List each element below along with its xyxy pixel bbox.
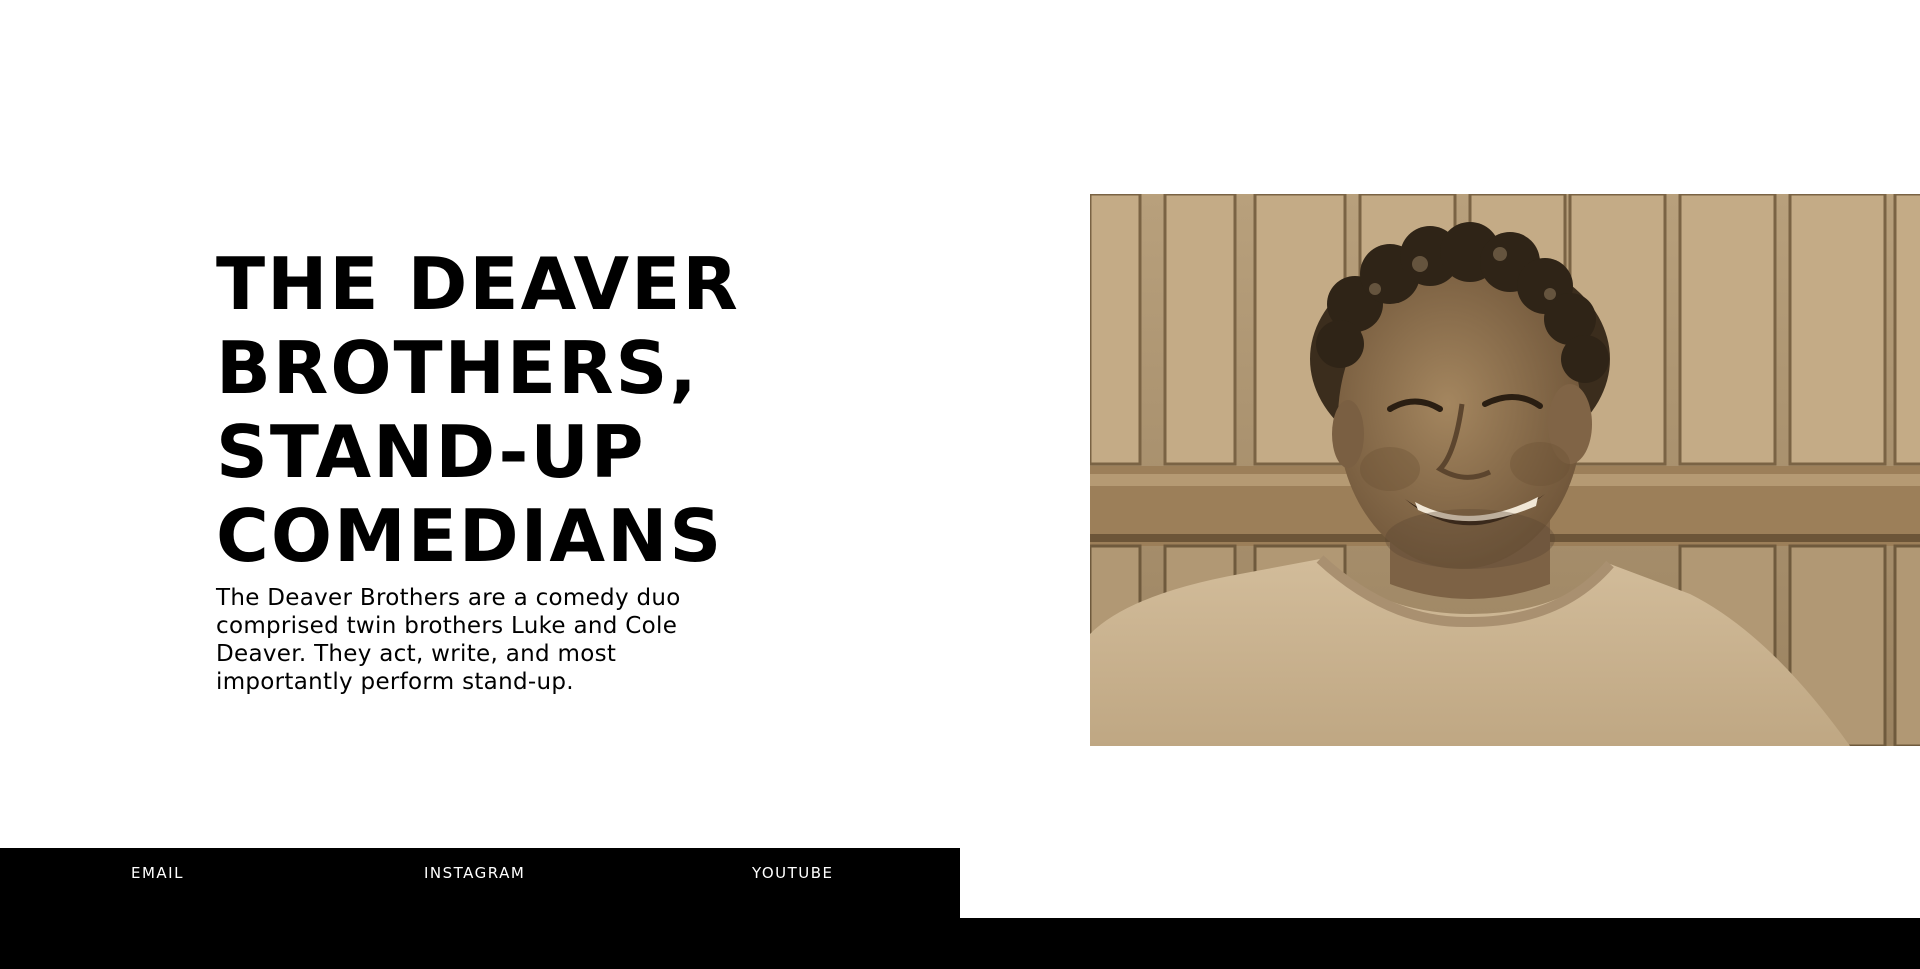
page: THE DEAVER BROTHERS, STAND-UP COMEDIANS …: [0, 0, 1920, 969]
comedian-photo: [1090, 194, 1920, 746]
footer-bar: [960, 918, 1920, 969]
footer-link-youtube[interactable]: YOUTUBE: [752, 864, 834, 882]
footer-link-email[interactable]: EMAIL: [131, 864, 184, 882]
title-line-4: COMEDIANS: [216, 494, 724, 578]
title-line-3: STAND-UP: [216, 410, 646, 494]
hero-description: The Deaver Brothers are a comedy duo com…: [216, 585, 681, 695]
hero-section: THE DEAVER BROTHERS, STAND-UP COMEDIANS …: [216, 242, 776, 696]
footer-link-instagram[interactable]: INSTAGRAM: [424, 864, 525, 882]
comedian-photo-illustration: [1090, 194, 1920, 746]
footer-nav: EMAIL INSTAGRAM YOUTUBE: [0, 848, 960, 969]
title-line-1: THE DEAVER: [216, 242, 740, 326]
title-line-2: BROTHERS,: [216, 326, 699, 410]
page-title: THE DEAVER BROTHERS, STAND-UP COMEDIANS: [216, 242, 776, 578]
